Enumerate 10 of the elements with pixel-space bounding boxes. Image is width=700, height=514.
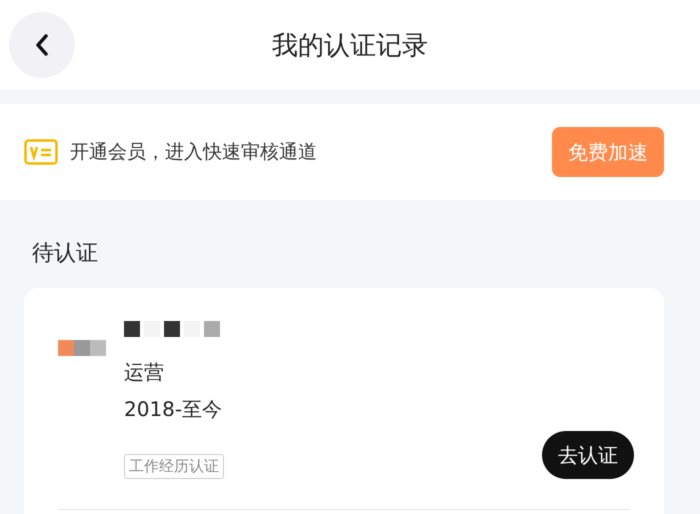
page-title: 我的认证记录: [272, 30, 428, 62]
employment-period: 2018-至今: [124, 396, 224, 423]
certification-tag: 工作经历认证: [124, 454, 224, 479]
job-position: 运营: [124, 359, 165, 386]
back-icon: [34, 34, 50, 56]
redacted-logo: [58, 340, 106, 356]
certify-button[interactable]: 去认证: [542, 431, 634, 479]
vip-card-icon: [24, 139, 58, 165]
membership-promo-text: 开通会员，进入快速审核通道: [70, 140, 318, 165]
section-title: 待认证: [31, 240, 99, 268]
